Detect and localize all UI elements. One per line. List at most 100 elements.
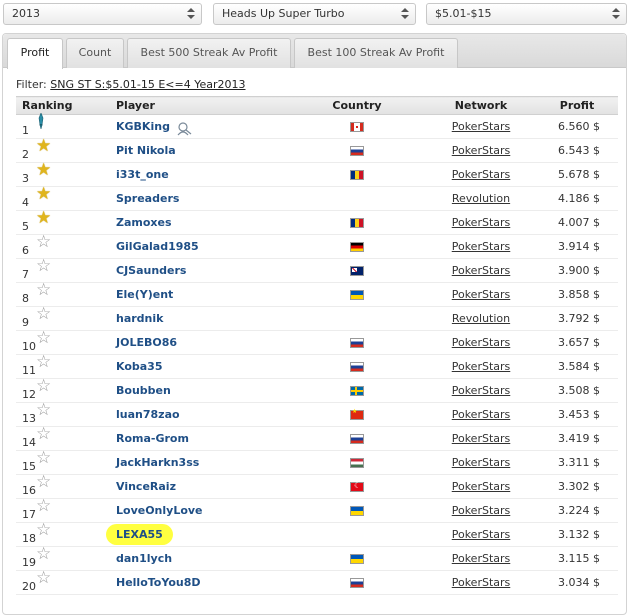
player-link[interactable]: VinceRaiz [116,480,176,493]
flag-ru-icon [350,146,364,156]
ranking-header[interactable]: Ranking [16,96,116,115]
network-link[interactable]: PokerStars [452,576,511,589]
player-link[interactable]: GilGalad1985 [116,240,199,253]
country-cell [288,162,426,187]
network-link[interactable]: PokerStars [452,288,511,301]
player-link[interactable]: KGBKing [116,120,170,133]
table-row: 14☆ Roma-Grom PokerStars 3.419 $ [16,426,618,451]
network-link[interactable]: PokerStars [452,264,511,277]
tab-count[interactable]: Count [66,38,124,68]
network-link[interactable]: PokerStars [452,216,511,229]
network-link[interactable]: PokerStars [452,528,511,541]
player-link[interactable]: HelloToYou8D [116,576,201,589]
network-link[interactable]: PokerStars [452,552,511,565]
flag-ua-icon [350,554,364,564]
table-row: 18☆ LEXA55 PokerStars 3.132 $ [16,522,618,547]
tab-best-500-streak[interactable]: Best 500 Streak Av Profit [127,38,291,68]
tab-profit[interactable]: Profit [7,38,63,69]
player-profile-icon[interactable] [176,121,192,136]
flag-de-icon [350,242,364,252]
player-cell: KGBKing [116,114,288,139]
network-link[interactable]: PokerStars [452,504,511,517]
network-cell: PokerStars [426,162,536,187]
rank-cell: 8 ☆ [16,282,116,307]
rank-number: 7 [22,268,29,281]
select-arrows-icon [401,8,409,20]
table-header-row: Ranking Player Country Network Profit [16,96,618,115]
flag-ca-icon [350,122,364,132]
tab-bar: Profit Count Best 500 Streak Av Profit B… [3,34,626,69]
player-cell: LoveOnlyLove [116,498,288,523]
player-link[interactable]: dan1lych [116,552,172,565]
network-cell: PokerStars [426,258,536,283]
player-cell: Spreaders [116,186,288,211]
player-link[interactable]: Boubben [116,384,171,397]
player-link[interactable]: luan78zao [116,408,180,421]
table-row: 9 ☆ hardnik Revolution 3.792 $ [16,306,618,331]
grey-star-icon: ☆ [36,328,52,348]
player-link[interactable]: LoveOnlyLove [116,504,203,517]
flag-ua-icon [350,290,364,300]
rank-number: 15 [22,460,36,473]
network-cell: PokerStars [426,498,536,523]
year-select[interactable]: 2013 [3,3,202,25]
network-header[interactable]: Network [426,96,536,115]
network-link[interactable]: PokerStars [452,120,511,133]
game-type-select[interactable]: Heads Up Super Turbo [213,3,416,25]
table-row: 3 ★ i33t_one PokerStars 5.678 $ [16,162,618,187]
player-link[interactable]: JackHarkn3ss [116,456,199,469]
player-link[interactable]: Spreaders [116,192,179,205]
network-link[interactable]: Revolution [452,312,510,325]
rank-cell: 13☆ [16,402,116,427]
network-link[interactable]: PokerStars [452,240,511,253]
rank-number: 9 [22,316,29,329]
grey-star-icon: ☆ [36,472,52,492]
network-link[interactable]: PokerStars [452,480,511,493]
profit-cell: 3.657 $ [536,330,618,355]
filter-selects: 2013 Heads Up Super Turbo $5.01-$15 [0,3,631,25]
profit-cell: 5.678 $ [536,162,618,187]
country-cell [288,354,426,379]
player-link[interactable]: Roma-Grom [116,432,189,445]
stakes-select[interactable]: $5.01-$15 [426,3,627,25]
player-cell: Ele(Y)ent [116,282,288,307]
filter-value-link[interactable]: SNG ST S:$5.01-15 E<=4 Year2013 [50,78,245,91]
country-header[interactable]: Country [288,96,426,115]
player-header[interactable]: Player [116,96,288,115]
flag-au-icon [350,266,364,276]
network-cell: PokerStars [426,426,536,451]
network-link[interactable]: PokerStars [452,384,511,397]
player-cell: i33t_one [116,162,288,187]
player-link[interactable]: hardnik [116,312,163,325]
country-cell [288,426,426,451]
country-cell [288,138,426,163]
profit-cell: 3.900 $ [536,258,618,283]
network-link[interactable]: Revolution [452,192,510,205]
player-link[interactable]: LEXA55 [106,524,173,545]
player-link[interactable]: JOLEBO86 [116,336,177,349]
player-link[interactable]: i33t_one [116,168,169,181]
gold-star-icon: ★ [36,136,52,156]
profit-cell: 3.115 $ [536,546,618,571]
player-link[interactable]: Zamoxes [116,216,172,229]
player-link[interactable]: Koba35 [116,360,163,373]
network-link[interactable]: PokerStars [452,144,511,157]
network-link[interactable]: PokerStars [452,432,511,445]
profit-header[interactable]: Profit [536,96,618,115]
network-link[interactable]: PokerStars [452,360,511,373]
network-link[interactable]: PokerStars [452,336,511,349]
table-row: 2 ★ Pit Nikola PokerStars 6.543 $ [16,136,618,163]
player-cell: GilGalad1985 [116,234,288,259]
table-row: 5 ★ Zamoxes PokerStars 4.007 $ [16,210,618,235]
network-link[interactable]: PokerStars [452,456,511,469]
player-link[interactable]: Pit Nikola [116,144,176,157]
player-link[interactable]: CJSaunders [116,264,186,277]
rank-number: 19 [22,556,36,569]
rank-number: 3 [22,172,29,185]
tab-best-100-streak[interactable]: Best 100 Streak Av Profit [294,38,458,68]
network-link[interactable]: PokerStars [452,168,511,181]
network-link[interactable]: PokerStars [452,408,511,421]
network-cell: PokerStars [426,354,536,379]
player-link[interactable]: Ele(Y)ent [116,288,173,301]
player-cell: Pit Nikola [116,138,288,163]
